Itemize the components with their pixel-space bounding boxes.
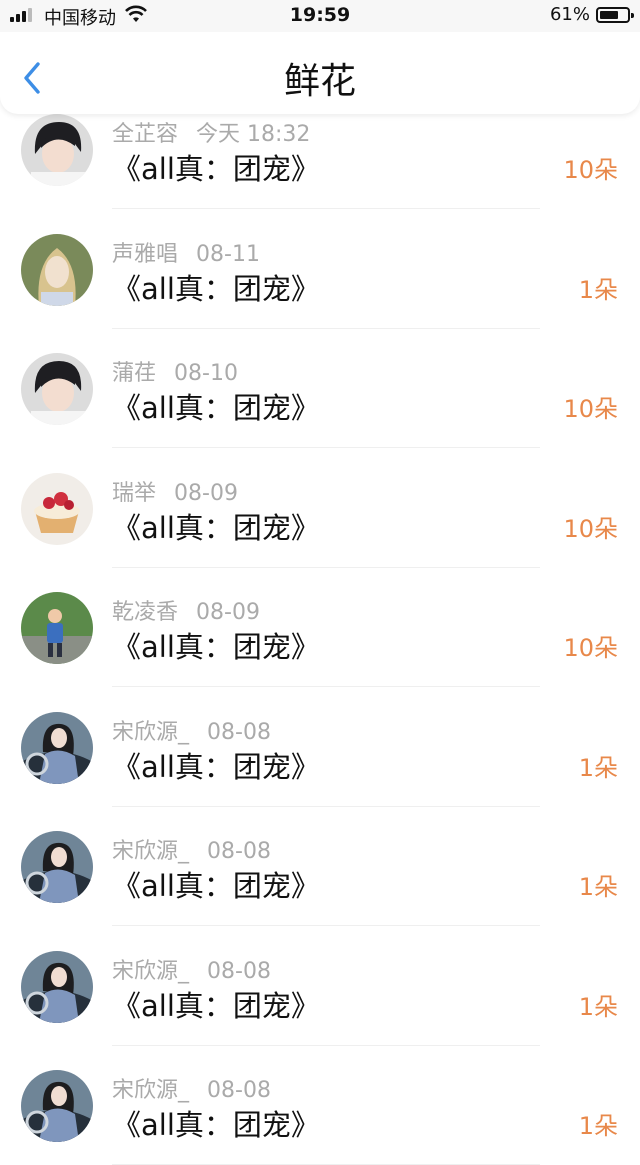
book-title: 《all真：团宠》 (112, 272, 320, 306)
avatar[interactable] (21, 1070, 93, 1142)
list-item[interactable]: 瑞举 08-09 《all真：团宠》 10朵 (0, 449, 640, 568)
avatar[interactable] (21, 114, 93, 186)
sender-name: 声雅唱 (112, 242, 179, 267)
send-date: 今天 18:32 (196, 122, 311, 147)
send-date: 08-11 (196, 242, 260, 267)
flower-count: 1朵 (578, 1112, 618, 1140)
list-item[interactable]: 宋欣源_ 08-08 《all真：团宠》 1朵 (0, 927, 640, 1046)
list-item[interactable]: 宋欣源_ 08-08 《all真：团宠》 1朵 (0, 688, 640, 807)
send-date: 08-08 (207, 839, 271, 864)
clock-time: 19:59 (289, 4, 351, 26)
sender-meta: 蒲荏 08-10 (112, 355, 238, 387)
flower-count: 1朵 (578, 993, 618, 1021)
list-item[interactable]: 蒲荏 08-10 《all真：团宠》 10朵 (0, 329, 640, 448)
avatar[interactable] (21, 712, 93, 784)
status-bar: 中国移动 19:59 61% (0, 0, 640, 32)
book-title: 《all真：团宠》 (112, 511, 320, 545)
list-item[interactable]: 声雅唱 08-11 《all真：团宠》 1朵 (0, 210, 640, 329)
sender-name: 宋欣源_ (112, 720, 190, 745)
sender-name: 宋欣源_ (112, 1078, 190, 1103)
flower-record-list: 全芷容 今天 18:32 《all真：团宠》 10朵 声雅唱 08-11 《all真：团宠》… (0, 0, 640, 1165)
avatar[interactable] (21, 473, 93, 545)
sender-meta: 宋欣源_ 08-08 (112, 953, 271, 985)
send-date: 08-09 (196, 600, 260, 625)
sender-meta: 全芷容 今天 18:32 (112, 116, 310, 148)
avatar[interactable] (21, 831, 93, 903)
list-item[interactable]: 乾凌香 08-09 《all真：团宠》 10朵 (0, 568, 640, 687)
sender-name: 蒲荏 (112, 361, 157, 386)
divider (112, 686, 540, 687)
flower-count: 10朵 (563, 156, 618, 184)
sender-name: 乾凌香 (112, 600, 179, 625)
flower-count: 1朵 (578, 873, 618, 901)
flower-count: 1朵 (578, 276, 618, 304)
flower-count: 10朵 (563, 395, 618, 423)
page-title: 鲜花 (283, 61, 356, 102)
divider (112, 447, 540, 448)
sender-name: 宋欣源_ (112, 959, 190, 984)
avatar[interactable] (21, 234, 93, 306)
list-item[interactable]: 宋欣源_ 08-08 《all真：团宠》 1朵 (0, 1046, 640, 1165)
sender-name: 宋欣源_ (112, 839, 190, 864)
navigation-bar: 鲜花 (0, 32, 640, 114)
book-title: 《all真：团宠》 (112, 750, 320, 784)
divider (112, 925, 540, 926)
send-date: 08-08 (207, 1078, 271, 1103)
send-date: 08-10 (174, 361, 238, 386)
sender-meta: 乾凌香 08-09 (112, 594, 260, 626)
flower-count: 10朵 (563, 515, 618, 543)
list-item[interactable]: 宋欣源_ 08-08 《all真：团宠》 1朵 (0, 807, 640, 926)
send-date: 08-09 (174, 481, 238, 506)
flower-count: 1朵 (578, 754, 618, 782)
divider (112, 208, 540, 209)
avatar[interactable] (21, 951, 93, 1023)
send-date: 08-08 (207, 720, 271, 745)
book-title: 《all真：团宠》 (112, 391, 320, 425)
sender-meta: 宋欣源_ 08-08 (112, 833, 271, 865)
avatar[interactable] (21, 592, 93, 664)
book-title: 《all真：团宠》 (112, 630, 320, 664)
sender-meta: 宋欣源_ 08-08 (112, 1072, 271, 1104)
sender-meta: 瑞举 08-09 (112, 475, 238, 507)
book-title: 《all真：团宠》 (112, 989, 320, 1023)
book-title: 《all真：团宠》 (112, 152, 320, 186)
battery-percentage: 61% (549, 4, 590, 25)
flower-count: 10朵 (563, 634, 618, 662)
sender-meta: 声雅唱 08-11 (112, 236, 260, 268)
sender-meta: 宋欣源_ 08-08 (112, 714, 271, 746)
sender-name: 瑞举 (112, 481, 157, 506)
book-title: 《all真：团宠》 (112, 869, 320, 903)
battery-icon (596, 7, 634, 23)
send-date: 08-08 (207, 959, 271, 984)
avatar[interactable] (21, 353, 93, 425)
sender-name: 全芷容 (112, 122, 179, 147)
